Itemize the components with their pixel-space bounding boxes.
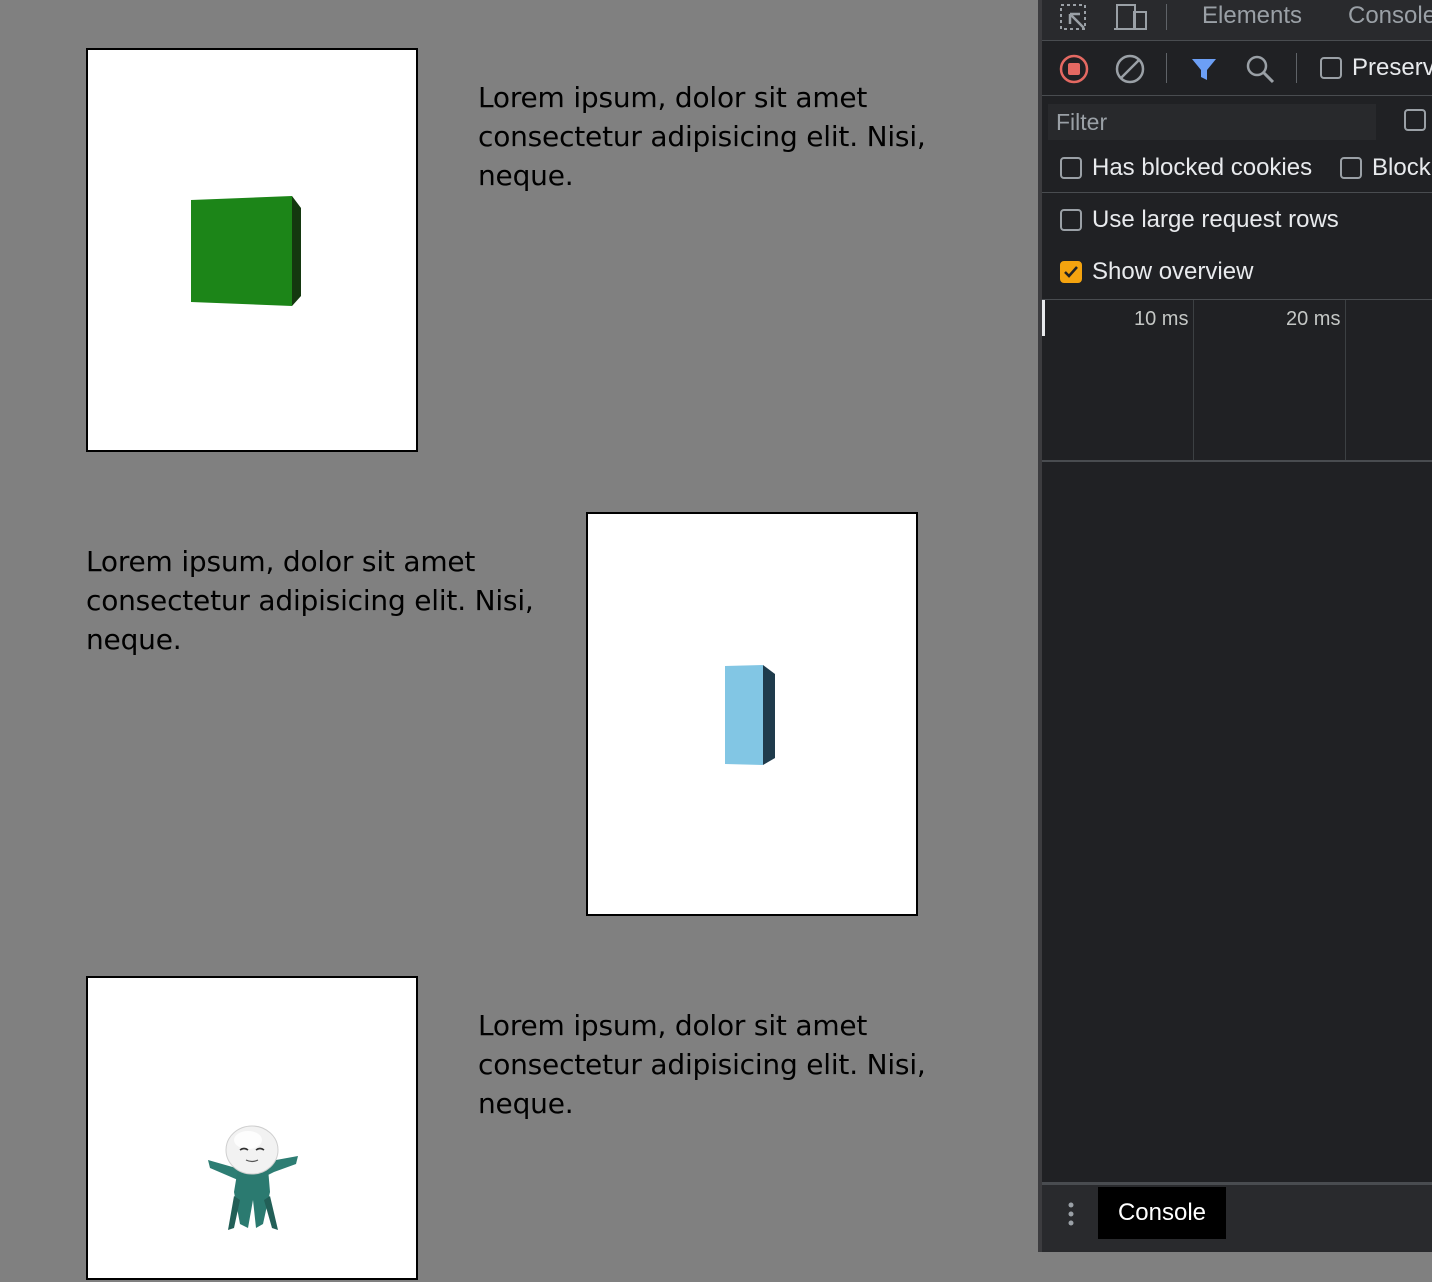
preserve-log-checkbox[interactable]	[1320, 57, 1342, 79]
blocked-requests-checkbox[interactable]	[1340, 157, 1362, 179]
show-overview-label: Show overview	[1092, 258, 1254, 285]
checkmark-icon	[1064, 266, 1078, 278]
search-icon[interactable]	[1244, 53, 1276, 85]
cube-side-face	[292, 196, 301, 306]
gridline-20ms	[1345, 300, 1346, 460]
character-render	[208, 1125, 298, 1230]
more-options-icon[interactable]	[1066, 1199, 1076, 1229]
blocked-requests-label: Block	[1372, 154, 1431, 181]
tick-10ms: 10 ms	[1134, 308, 1189, 330]
inspect-element-icon[interactable]	[1058, 2, 1090, 32]
tick-20ms: 20 ms	[1286, 308, 1341, 330]
clear-icon[interactable]	[1114, 53, 1146, 85]
network-toolbar: Preserv	[1042, 41, 1432, 96]
large-rows-checkbox[interactable]	[1060, 209, 1082, 231]
invert-checkbox[interactable]	[1404, 109, 1426, 131]
toolbar-separator	[1166, 53, 1167, 83]
large-rows-label: Use large request rows	[1092, 206, 1339, 233]
box-front-face	[725, 665, 763, 765]
tab-console[interactable]: Console	[1348, 0, 1432, 32]
blue-box-render	[725, 665, 775, 765]
devtools-panel: Elements Console Preserv Filter Has bloc…	[1038, 0, 1432, 1252]
cube-front-face	[191, 196, 292, 306]
network-overview: 10 ms 20 ms	[1042, 300, 1432, 462]
console-drawer: Console	[1042, 1182, 1432, 1252]
character-right-leg	[264, 1196, 278, 1230]
green-cube-render	[191, 196, 301, 306]
record-stop-icon[interactable]	[1058, 53, 1090, 85]
section-2-text: Lorem ipsum, dolor sit amet consectetur …	[86, 545, 534, 656]
tab-separator	[1166, 4, 1167, 30]
box-side-face	[763, 665, 775, 765]
section-1-text: Lorem ipsum, dolor sit amet consectetur …	[478, 81, 926, 192]
canvas-green-cube[interactable]	[86, 48, 418, 452]
requests-area[interactable]	[1042, 462, 1432, 1182]
filter-bar: Filter Has blocked cookies Block	[1042, 96, 1432, 193]
devtools-tab-bar: Elements Console	[1042, 0, 1432, 41]
show-overview-checkbox[interactable]	[1060, 261, 1082, 283]
preserve-log-label: Preserv	[1352, 54, 1432, 81]
page-content: Lorem ipsum, dolor sit amet consectetur …	[0, 0, 1038, 1280]
has-blocked-cookies-label: Has blocked cookies	[1092, 154, 1313, 181]
gridline-10ms	[1193, 300, 1194, 460]
canvas-blue-box[interactable]	[586, 512, 918, 916]
tab-elements[interactable]: Elements	[1202, 0, 1302, 32]
overview-handle[interactable]	[1042, 300, 1045, 336]
filter-input[interactable]: Filter	[1048, 104, 1376, 140]
has-blocked-cookies-checkbox[interactable]	[1060, 157, 1082, 179]
canvas-character[interactable]	[86, 976, 418, 1280]
section-3-text: Lorem ipsum, dolor sit amet consectetur …	[478, 1009, 926, 1120]
toolbar-separator-2	[1296, 53, 1297, 83]
filter-icon[interactable]	[1188, 53, 1220, 85]
drawer-tab-console[interactable]: Console	[1098, 1187, 1226, 1239]
network-settings: Use large request rows Show overview	[1042, 193, 1432, 300]
device-toolbar-icon[interactable]	[1114, 2, 1150, 32]
head-highlight	[234, 1131, 262, 1149]
